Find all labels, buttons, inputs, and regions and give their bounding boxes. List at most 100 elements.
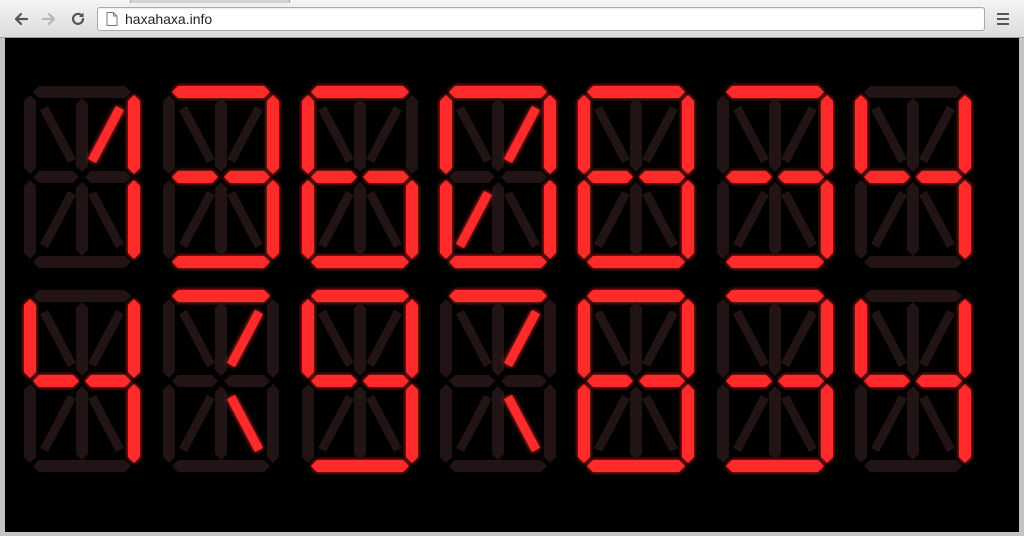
- segment-digit: [855, 86, 971, 268]
- segment-c-on: [959, 180, 971, 259]
- segment-l-off: [492, 386, 504, 460]
- segment-l-off: [769, 386, 781, 460]
- segment-g2-on: [639, 375, 685, 387]
- segment-e-off: [24, 180, 36, 259]
- page-icon: [106, 12, 118, 26]
- segment-c-on: [406, 180, 418, 259]
- segment-g2-on: [778, 171, 824, 183]
- segment-l-off: [630, 182, 642, 256]
- segment-b-on: [821, 95, 833, 174]
- segment-j-off: [642, 105, 678, 164]
- segment-e-off: [717, 180, 729, 259]
- segment-display: [24, 86, 971, 472]
- address-bar[interactable]: haxahaxa.info: [97, 7, 985, 31]
- segment-a-off: [33, 86, 131, 98]
- segment-g2-on: [224, 171, 270, 183]
- segment-i-off: [215, 302, 227, 376]
- segment-e-on: [578, 384, 590, 463]
- hamburger-menu-icon[interactable]: [993, 8, 1013, 30]
- segment-g2-off: [85, 171, 131, 183]
- segment-digit: [717, 290, 833, 472]
- segment-c-on: [544, 180, 556, 259]
- window-frame-bottom: [0, 532, 1024, 536]
- segment-m-off: [919, 190, 955, 249]
- segment-k-off: [40, 190, 76, 249]
- segment-h-off: [733, 309, 769, 368]
- segment-k-off: [871, 394, 907, 453]
- segment-b-on: [682, 95, 694, 174]
- segment-i-off: [907, 302, 919, 376]
- segment-b-on: [128, 95, 140, 174]
- segment-i-off: [492, 98, 504, 172]
- segment-d-on: [726, 460, 824, 472]
- segment-g2-on: [778, 375, 824, 387]
- segment-k-off: [318, 394, 354, 453]
- segment-j-off: [919, 105, 955, 164]
- segment-k-off: [318, 190, 354, 249]
- segment-c-on: [959, 384, 971, 463]
- segment-f-on: [302, 95, 314, 174]
- segment-l-off: [215, 386, 227, 460]
- segment-b-on: [959, 95, 971, 174]
- segment-d-on: [587, 460, 685, 472]
- segment-g1-on: [726, 171, 772, 183]
- segment-e-on: [440, 180, 452, 259]
- segment-g1-on: [172, 171, 218, 183]
- segment-l-off: [492, 182, 504, 256]
- segment-l-off: [215, 182, 227, 256]
- segment-i-off: [354, 302, 366, 376]
- segment-b-on: [821, 299, 833, 378]
- segment-d-off: [172, 460, 270, 472]
- segment-f-on: [855, 299, 867, 378]
- url-text: haxahaxa.info: [125, 11, 213, 27]
- segment-j-on: [504, 309, 540, 368]
- segment-j-off: [88, 309, 124, 368]
- segment-l-off: [76, 386, 88, 460]
- segment-l-off: [354, 182, 366, 256]
- segment-g1-on: [311, 171, 357, 183]
- segment-digit: [24, 290, 140, 472]
- segment-j-off: [366, 105, 402, 164]
- segment-h-off: [179, 105, 215, 164]
- segment-m-off: [781, 394, 817, 453]
- segment-g1-off: [172, 375, 218, 387]
- segment-e-off: [717, 384, 729, 463]
- segment-j-off: [781, 309, 817, 368]
- segment-e-off: [855, 384, 867, 463]
- segment-f-on: [578, 299, 590, 378]
- segment-a-on: [311, 290, 409, 302]
- back-button[interactable]: [10, 8, 32, 30]
- segment-d-off: [449, 460, 547, 472]
- segment-g2-on: [916, 171, 962, 183]
- segment-j-off: [642, 309, 678, 368]
- segment-a-on: [172, 86, 270, 98]
- segment-l-off: [907, 182, 919, 256]
- segment-a-off: [864, 290, 962, 302]
- segment-j-off: [227, 105, 263, 164]
- segment-l-off: [76, 182, 88, 256]
- segment-a-on: [726, 86, 824, 98]
- segment-f-off: [717, 299, 729, 378]
- segment-b-on: [128, 299, 140, 378]
- segment-f-on: [24, 299, 36, 378]
- segment-f-off: [163, 95, 175, 174]
- page-viewport: [5, 38, 1019, 532]
- segment-e-on: [578, 180, 590, 259]
- segment-e-off: [163, 180, 175, 259]
- segment-b-off: [267, 299, 279, 378]
- reload-button[interactable]: [67, 8, 89, 30]
- segment-digit: [440, 290, 556, 472]
- segment-e-off: [163, 384, 175, 463]
- forward-button[interactable]: [38, 8, 60, 30]
- segment-d-off: [33, 256, 131, 268]
- forward-arrow-icon: [41, 12, 56, 26]
- segment-h-off: [594, 309, 630, 368]
- segment-i-off: [354, 98, 366, 172]
- browser-toolbar: haxahaxa.info: [0, 0, 1024, 38]
- browser-window: haxahaxa.info: [0, 0, 1024, 536]
- segment-m-off: [781, 190, 817, 249]
- segment-e-off: [302, 384, 314, 463]
- segment-m-off: [642, 190, 678, 249]
- segment-b-off: [544, 299, 556, 378]
- segment-f-on: [855, 95, 867, 174]
